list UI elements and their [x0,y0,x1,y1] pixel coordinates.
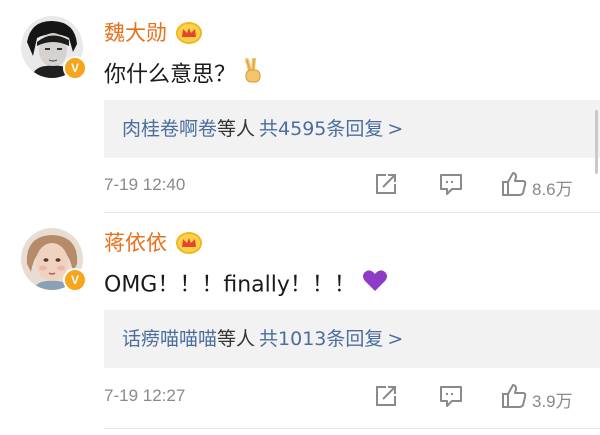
thumbs-up-icon [502,384,527,408]
chevron-right-icon: > [387,118,404,140]
reply-suffix: 等人 [217,118,256,140]
comment-text-body: OMG！！！finally！！！ [104,272,356,298]
reply-count-link[interactable]: 共1013条回复 [259,328,383,350]
comment-icon [440,174,462,195]
comment-button[interactable] [437,170,465,202]
username[interactable]: 魏大勋 [104,20,167,46]
replies-preview[interactable]: 肉桂卷啊卷等人 共4595条回复 > [104,100,600,158]
share-icon [376,386,396,406]
divider [104,212,600,213]
comment-button[interactable] [437,382,465,414]
crown-badge-icon [176,232,202,254]
comment-icon [440,386,462,407]
verified-badge-icon: V [63,56,87,80]
thumbs-up-icon [502,172,527,196]
replies-summary: 肉桂卷啊卷等人 共4595条回复 > [122,115,403,143]
replies-preview[interactable]: 话痨喵喵喵等人 共1013条回复 > [104,310,600,368]
purple-heart-emoji-icon [362,269,388,302]
like-count: 8.6万 [532,180,573,199]
reply-user-link[interactable]: 肉桂卷啊卷 [122,118,217,140]
share-button[interactable] [372,382,400,414]
avatar[interactable]: V [21,228,87,292]
username[interactable]: 蒋依依 [104,230,167,256]
scrollbar[interactable] [595,110,598,174]
reply-suffix: 等人 [217,328,256,350]
share-button[interactable] [372,170,400,202]
crown-badge-icon [176,22,202,44]
victory-hand-emoji-icon [242,57,264,93]
like-count: 3.9万 [532,392,573,411]
replies-summary: 话痨喵喵喵等人 共1013条回复 > [122,325,403,353]
comment-text-body: 你什么意思？ [104,62,237,88]
share-icon [376,174,396,194]
divider [104,428,600,429]
reply-user-link[interactable]: 话痨喵喵喵 [122,328,217,350]
timestamp: 7-19 12:40 [104,175,186,194]
timestamp: 7-19 12:27 [104,386,186,405]
comment-item: V 蒋依依 OMG！！！finally！！！ 话痨喵喵喵等人 共1013条回复 > … [0,216,600,435]
comment-text: OMG！！！finally！！！ [104,269,388,302]
comment-item: V 魏大勋 你什么意思？ 肉桂卷啊卷等人 共4595条回复 > 7-19 12:40 [0,0,600,216]
comment-text: 你什么意思？ [104,57,264,93]
avatar[interactable]: V [21,16,87,80]
chevron-right-icon: > [387,328,404,350]
reply-count-link[interactable]: 共4595条回复 [259,118,383,140]
verified-badge-icon: V [63,268,87,292]
like-button[interactable]: 3.9万 [500,382,573,414]
like-button[interactable]: 8.6万 [500,170,573,202]
